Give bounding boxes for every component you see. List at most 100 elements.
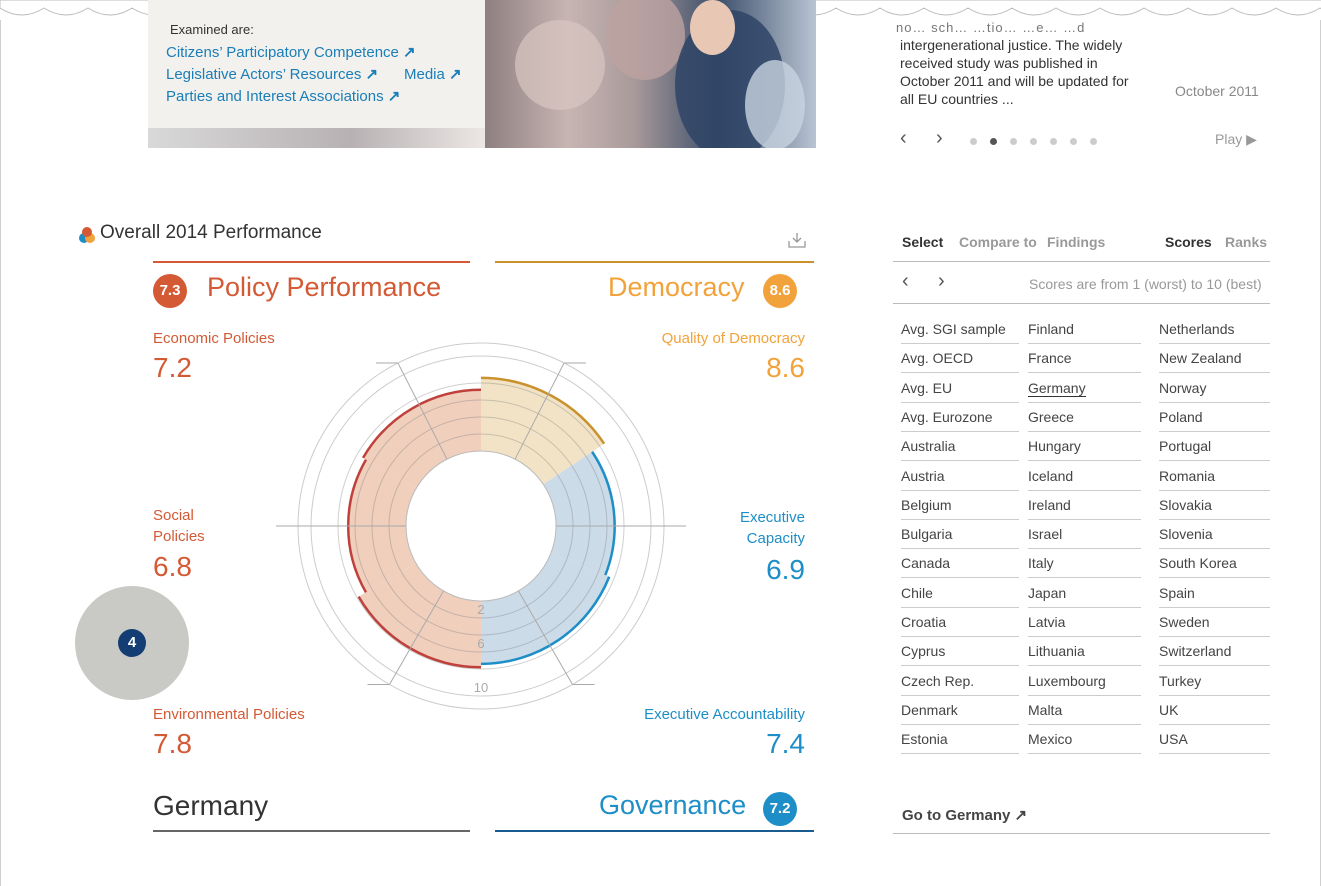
performance-radial-chart: 2 6 10: [276, 342, 686, 710]
country-item[interactable]: Lithuania: [1028, 637, 1141, 667]
country-item[interactable]: USA: [1159, 725, 1270, 755]
promo-image-strip: [148, 128, 485, 148]
country-item[interactable]: Czech Rep.: [901, 667, 1019, 696]
country-item[interactable]: Spain: [1159, 579, 1270, 608]
ring-label: 10: [474, 680, 488, 695]
examined-label: Examined are:: [170, 22, 254, 37]
news-date: October 2011: [1175, 83, 1259, 99]
tab-compare-to[interactable]: Compare to: [959, 234, 1037, 250]
tab-select[interactable]: Select: [902, 234, 943, 250]
country-item[interactable]: Canada: [901, 549, 1019, 579]
panel-divider-bottom: [893, 833, 1270, 834]
panel-next-button[interactable]: ›: [938, 270, 945, 293]
country-item[interactable]: Australia: [901, 432, 1019, 462]
country-item[interactable]: Germany: [1028, 374, 1141, 403]
country-item[interactable]: Finland: [1028, 315, 1141, 344]
country-item[interactable]: Latvia: [1028, 608, 1141, 637]
news-text: intergenerational justice. The widely re…: [900, 37, 1129, 107]
democracy-score-badge: 8.6: [763, 274, 797, 308]
panel-prev-button[interactable]: ‹: [902, 270, 909, 293]
country-item[interactable]: Poland: [1159, 403, 1270, 432]
country-item[interactable]: Croatia: [901, 608, 1019, 637]
pager-dot[interactable]: [1070, 138, 1077, 145]
news-prev-button[interactable]: ‹: [900, 127, 907, 150]
country-item[interactable]: South Korea: [1159, 549, 1270, 579]
economic-policies-value: 7.2: [153, 352, 192, 383]
country-item[interactable]: UK: [1159, 696, 1270, 725]
promo-link-media[interactable]: Media ↗: [404, 65, 462, 83]
scores-note: Scores are from 1 (worst) to 10 (best): [1029, 276, 1262, 292]
pager-dot[interactable]: [970, 138, 977, 145]
section-title: Overall 2014 Performance: [100, 222, 322, 243]
download-icon[interactable]: [788, 232, 806, 248]
governance-title[interactable]: Governance: [599, 790, 746, 821]
country-item[interactable]: Estonia: [901, 725, 1019, 755]
country-item[interactable]: Avg. EU: [901, 374, 1019, 403]
country-item[interactable]: Malta: [1028, 696, 1141, 725]
inner-hole: [405, 450, 557, 602]
pager-dot[interactable]: [1050, 138, 1057, 145]
country-item[interactable]: Denmark: [901, 696, 1019, 725]
pager-dot[interactable]: [1090, 138, 1097, 145]
country-item[interactable]: Israel: [1028, 520, 1141, 550]
ring-label: 6: [477, 636, 484, 651]
country-item[interactable]: Mexico: [1028, 725, 1141, 755]
tab-findings[interactable]: Findings: [1047, 234, 1105, 250]
executive-capacity-label-1[interactable]: Executive: [740, 509, 805, 526]
panel-divider-mid: [893, 303, 1270, 304]
country-item[interactable]: Iceland: [1028, 462, 1141, 491]
country-item[interactable]: Belgium: [901, 491, 1019, 520]
policy-score-badge: 7.3: [153, 274, 187, 308]
country-item[interactable]: Norway: [1159, 374, 1270, 403]
pager-dot[interactable]: [1010, 138, 1017, 145]
go-to-country-link[interactable]: Go to Germany ↗: [902, 806, 1027, 824]
country-item[interactable]: Turkey: [1159, 667, 1270, 696]
country-item[interactable]: Portugal: [1159, 432, 1270, 462]
country-item[interactable]: New Zealand: [1159, 344, 1270, 374]
news-next-button[interactable]: ›: [936, 127, 943, 150]
country-item[interactable]: Switzerland: [1159, 637, 1270, 667]
tab-ranks[interactable]: Ranks: [1225, 234, 1267, 250]
country-item[interactable]: Slovenia: [1159, 520, 1270, 550]
country-item[interactable]: Greece: [1028, 403, 1141, 432]
country-item[interactable]: Avg. SGI sample: [901, 315, 1019, 344]
country-item[interactable]: Japan: [1028, 579, 1141, 608]
pager-dot[interactable]: [990, 138, 997, 145]
executive-capacity-label-2[interactable]: Capacity: [747, 530, 805, 547]
panel-divider-top: [893, 261, 1270, 262]
executive-capacity-value: 6.9: [766, 554, 805, 585]
country-item[interactable]: Ireland: [1028, 491, 1141, 520]
news-text-cut: no… sch… …tio… …e… …d: [896, 20, 1086, 35]
country-item[interactable]: Hungary: [1028, 432, 1141, 462]
country-item[interactable]: Avg. OECD: [901, 344, 1019, 374]
country-item[interactable]: Slovakia: [1159, 491, 1270, 520]
promo-text-box: [148, 0, 485, 128]
promo-link-parties[interactable]: Parties and Interest Associations ↗: [166, 87, 400, 105]
page-left-border: [0, 20, 1, 886]
country-item[interactable]: Romania: [1159, 462, 1270, 491]
promo-link-citizens[interactable]: Citizens’ Participatory Competence ↗: [166, 43, 416, 61]
country-item[interactable]: Netherlands: [1159, 315, 1270, 344]
country-item[interactable]: France: [1028, 344, 1141, 374]
promo-link-legislative[interactable]: Legislative Actors’ Resources ↗: [166, 65, 378, 83]
country-item[interactable]: Chile: [901, 579, 1019, 608]
country-item[interactable]: Italy: [1028, 549, 1141, 579]
environmental-policies-value: 7.8: [153, 728, 192, 759]
rank-badge: 4: [118, 629, 146, 657]
social-policies-label-2[interactable]: Policies: [153, 528, 205, 545]
democracy-divider: [495, 261, 814, 263]
country-divider: [153, 830, 470, 832]
country-item[interactable]: Luxembourg: [1028, 667, 1141, 696]
pager-dot[interactable]: [1030, 138, 1037, 145]
governance-divider: [495, 830, 814, 832]
country-item[interactable]: Cyprus: [901, 637, 1019, 667]
country-item[interactable]: Austria: [901, 462, 1019, 491]
country-item[interactable]: Avg. Eurozone: [901, 403, 1019, 432]
country-item[interactable]: Bulgaria: [901, 520, 1019, 550]
social-policies-label-1[interactable]: Social: [153, 507, 194, 524]
social-policies-value: 6.8: [153, 551, 192, 582]
executive-accountability-value: 7.4: [766, 728, 805, 759]
play-button[interactable]: Play ▶: [1215, 131, 1257, 148]
country-item[interactable]: Sweden: [1159, 608, 1270, 637]
tab-scores[interactable]: Scores: [1165, 234, 1212, 250]
